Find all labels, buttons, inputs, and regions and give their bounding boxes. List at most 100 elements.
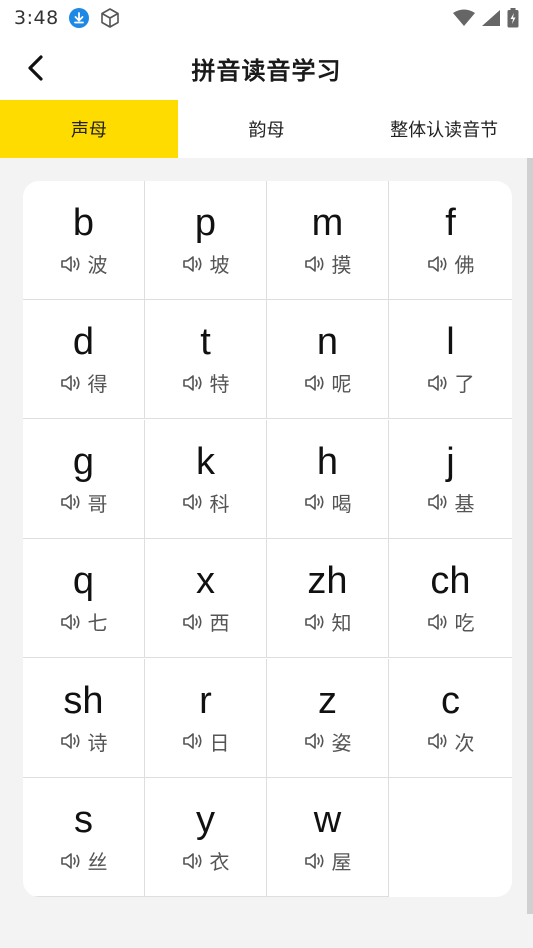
- sound-row: 哥: [60, 488, 108, 517]
- example-char: 科: [209, 491, 230, 516]
- pinyin-cell-s[interactable]: s 丝: [23, 778, 145, 897]
- pinyin-cell-t[interactable]: t 特: [145, 300, 267, 420]
- scrollbar-thumb[interactable]: [527, 158, 533, 914]
- example-char: 基: [454, 491, 475, 516]
- example-char: 知: [331, 611, 352, 636]
- pinyin-cell-y[interactable]: y 衣: [145, 778, 267, 897]
- example-char: 呢: [331, 372, 352, 397]
- example-char: 喝: [331, 491, 352, 516]
- speaker-icon: [182, 852, 202, 869]
- speaker-icon: [60, 733, 80, 749]
- pinyin-cell-z[interactable]: z 姿: [267, 658, 389, 778]
- speaker-icon: [60, 255, 80, 272]
- speaker-icon: [304, 852, 324, 869]
- pinyin-cell-g[interactable]: g 哥: [23, 419, 145, 539]
- example-char: 坡: [209, 253, 230, 277]
- sound-row: 屋: [304, 846, 352, 875]
- speaker-icon: [427, 613, 447, 630]
- pinyin-cell-b[interactable]: b 波: [23, 181, 145, 300]
- pinyin-cell-j[interactable]: j 基: [389, 420, 512, 539]
- pinyin-grid: b 波 p 坡 m 摸 f 佛 d 得 t 特 n 呢 l 了 g 哥 k 科 …: [23, 181, 512, 897]
- pinyin-cell-x[interactable]: x 西: [145, 539, 267, 659]
- speaker-icon: [60, 613, 80, 630]
- sound-row: 日: [182, 727, 230, 756]
- pinyin-letter: q: [72, 560, 95, 603]
- speaker-icon: [60, 375, 80, 391]
- pinyin-cell-zh[interactable]: zh 知: [267, 539, 389, 659]
- app-header: 拼音读音学习: [0, 36, 533, 100]
- example-char: 波: [87, 253, 108, 277]
- speaker-icon: [427, 375, 447, 391]
- pinyin-letter: c: [441, 679, 460, 722]
- example-char: 特: [209, 372, 230, 397]
- pinyin-cell-w[interactable]: w 屋: [267, 778, 389, 897]
- speaker-icon: [304, 494, 324, 511]
- tab-whole-syllables[interactable]: 整体认读音节: [355, 100, 533, 158]
- sound-row: 得: [60, 368, 108, 397]
- pinyin-letter: ch: [430, 560, 471, 603]
- example-char: 佛: [454, 253, 475, 277]
- pinyin-cell-m[interactable]: m 摸: [267, 181, 389, 300]
- page-title: 拼音读音学习: [191, 56, 342, 85]
- wifi-icon: [453, 9, 475, 26]
- pinyin-letter: j: [446, 440, 455, 483]
- sound-row: 姿: [304, 727, 352, 756]
- pinyin-letter: r: [199, 679, 212, 722]
- pinyin-letter: p: [194, 202, 217, 244]
- tab-initials[interactable]: 声母: [0, 100, 178, 158]
- battery-icon: [507, 8, 519, 28]
- sound-row: 吃: [427, 607, 475, 636]
- pinyin-letter: x: [196, 560, 215, 603]
- speaker-icon: [304, 375, 324, 391]
- pinyin-cell-k[interactable]: k 科: [145, 419, 267, 539]
- sound-row: 坡: [182, 249, 230, 278]
- example-char: 了: [454, 372, 475, 397]
- pinyin-cell-h[interactable]: h 喝: [267, 419, 389, 539]
- sound-row: 了: [427, 368, 475, 397]
- example-char: 吃: [454, 611, 475, 636]
- pinyin-letter: y: [196, 799, 215, 841]
- example-char: 姿: [331, 730, 352, 755]
- speaker-icon: [427, 255, 447, 272]
- pinyin-cell-q[interactable]: q 七: [23, 539, 145, 659]
- download-icon: [68, 8, 89, 28]
- speaker-icon: [182, 494, 202, 511]
- sound-row: 特: [182, 368, 230, 397]
- pinyin-cell-sh[interactable]: sh 诗: [23, 658, 145, 778]
- tab-finals[interactable]: 韵母: [178, 100, 356, 158]
- sound-row: 佛: [427, 249, 475, 278]
- pinyin-cell-p[interactable]: p 坡: [145, 181, 267, 300]
- pinyin-cell-l[interactable]: l 了: [389, 300, 512, 420]
- pinyin-letter: zh: [307, 560, 348, 603]
- sound-row: 波: [60, 249, 108, 278]
- pinyin-letter: h: [316, 440, 339, 483]
- pinyin-letter: f: [445, 202, 456, 244]
- pinyin-letter: d: [72, 321, 95, 364]
- status-bar: 3:48: [0, 0, 533, 36]
- cube-icon: [100, 8, 119, 28]
- pinyin-cell-n[interactable]: n 呢: [267, 300, 389, 420]
- sound-row: 科: [182, 488, 230, 517]
- speaker-icon: [182, 255, 202, 272]
- signal-icon: [482, 10, 500, 26]
- pinyin-cell-c[interactable]: c 次: [389, 659, 512, 778]
- sound-row: 诗: [60, 727, 108, 756]
- pinyin-letter: l: [446, 321, 455, 364]
- pinyin-letter: m: [311, 202, 344, 244]
- pinyin-cell-d[interactable]: d 得: [23, 300, 145, 420]
- example-char: 西: [209, 611, 230, 636]
- pinyin-letter: g: [72, 440, 95, 483]
- speaker-icon: [427, 494, 447, 511]
- pinyin-cell-r[interactable]: r 日: [145, 658, 267, 778]
- scrollbar[interactable]: [527, 158, 533, 914]
- example-char: 哥: [87, 491, 108, 516]
- example-char: 日: [209, 730, 230, 755]
- pinyin-letter: z: [318, 679, 337, 722]
- pinyin-letter: b: [72, 202, 95, 244]
- pinyin-letter: n: [316, 321, 339, 364]
- sound-row: 七: [60, 607, 108, 636]
- category-tabs: 声母 韵母 整体认读音节: [0, 100, 533, 158]
- pinyin-cell-ch[interactable]: ch 吃: [389, 539, 512, 659]
- example-char: 诗: [87, 730, 108, 755]
- pinyin-cell-f[interactable]: f 佛: [389, 181, 512, 300]
